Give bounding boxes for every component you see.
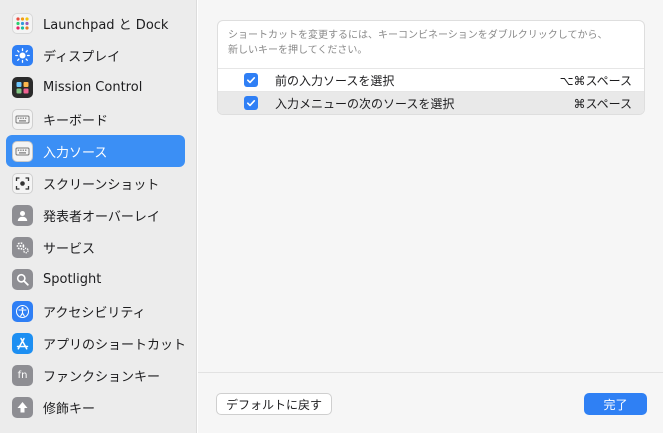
sidebar-item-keyboard[interactable]: キーボード	[6, 103, 185, 135]
shortcut-row[interactable]: 前の入力ソースを選択 ⌥⌘スペース	[218, 68, 644, 91]
sidebar-item-label: 発表者オーバーレイ	[43, 209, 160, 225]
main-pane: ショートカットを変更するには、キーコンビネーションをダブルクリックしてから、 新…	[198, 0, 663, 433]
spotlight-search-icon	[12, 268, 33, 290]
sidebar-item-spotlight[interactable]: Spotlight	[6, 263, 185, 295]
sidebar-item-label: ディスプレイ	[43, 49, 121, 65]
services-gear-icon	[12, 236, 33, 258]
shortcut-label: 入力メニューの次のソースを選択	[275, 96, 455, 111]
app-store-icon	[12, 332, 33, 354]
modifier-key-icon	[12, 396, 33, 418]
sidebar-item-label: Launchpad と Dock	[43, 17, 169, 33]
launchpad-icon	[12, 12, 33, 34]
sidebar-item-services[interactable]: サービス	[6, 231, 185, 263]
sidebar-item-launchpad[interactable]: Launchpad と Dock	[6, 7, 185, 39]
instruction-line-1: ショートカットを変更するには、キーコンビネーションをダブルクリックしてから、	[228, 30, 608, 41]
sidebar: Launchpad と Dock ディスプレイ Mission Control …	[0, 0, 197, 433]
sidebar-item-modifier-keys[interactable]: 修飾キー	[6, 391, 185, 423]
sidebar-item-label: Spotlight	[43, 271, 102, 287]
checkmark-icon	[247, 77, 256, 84]
shortcut-checkbox[interactable]	[244, 73, 258, 87]
checkmark-icon	[247, 100, 256, 107]
sidebar-item-label: キーボード	[43, 113, 109, 129]
sidebar-item-mission-control[interactable]: Mission Control	[6, 71, 185, 103]
sidebar-item-input-sources[interactable]: 入力ソース	[6, 135, 185, 167]
shortcut-label: 前の入力ソースを選択	[275, 73, 395, 88]
fn-key-icon: fn	[12, 364, 33, 386]
screenshot-icon	[12, 172, 33, 194]
sidebar-item-screenshot[interactable]: スクリーンショット	[6, 167, 185, 199]
input-source-icon	[12, 140, 33, 162]
sidebar-item-label: スクリーンショット	[43, 177, 160, 193]
sidebar-item-label: 修飾キー	[43, 401, 96, 417]
sidebar-item-label: 入力ソース	[43, 145, 108, 161]
shortcut-row[interactable]: 入力メニューの次のソースを選択 ⌘スペース	[218, 91, 644, 114]
sidebar-item-label: アクセシビリティ	[43, 305, 146, 321]
display-icon	[12, 44, 33, 66]
sidebar-item-label: サービス	[43, 241, 96, 257]
sidebar-item-display[interactable]: ディスプレイ	[6, 39, 185, 71]
footer-divider	[198, 372, 663, 373]
done-button[interactable]: 完了	[584, 393, 647, 415]
sidebar-item-label: アプリのショートカット	[43, 337, 187, 353]
restore-defaults-button[interactable]: デフォルトに戻す	[216, 393, 333, 415]
sidebar-item-presenter-overlay[interactable]: 発表者オーバーレイ	[6, 199, 185, 231]
sidebar-item-function-keys[interactable]: fn ファンクションキー	[6, 359, 185, 391]
shortcut-key[interactable]: ⌘スペース	[573, 95, 632, 112]
presenter-overlay-icon	[12, 204, 33, 226]
mission-control-icon	[12, 76, 33, 98]
instruction-line-2: 新しいキーを押してください。	[228, 45, 368, 56]
sidebar-item-app-shortcuts[interactable]: アプリのショートカット	[6, 327, 187, 359]
shortcut-list: ショートカットを変更するには、キーコンビネーションをダブルクリックしてから、 新…	[217, 20, 645, 115]
accessibility-icon	[12, 300, 33, 322]
sidebar-item-label: Mission Control	[43, 79, 143, 95]
sidebar-item-label: ファンクションキー	[43, 369, 161, 385]
shortcut-checkbox[interactable]	[244, 96, 258, 110]
instruction-note: ショートカットを変更するには、キーコンビネーションをダブルクリックしてから、 新…	[218, 21, 644, 68]
sidebar-item-accessibility[interactable]: アクセシビリティ	[6, 295, 185, 327]
keyboard-icon	[12, 108, 33, 130]
shortcut-key[interactable]: ⌥⌘スペース	[560, 72, 632, 89]
